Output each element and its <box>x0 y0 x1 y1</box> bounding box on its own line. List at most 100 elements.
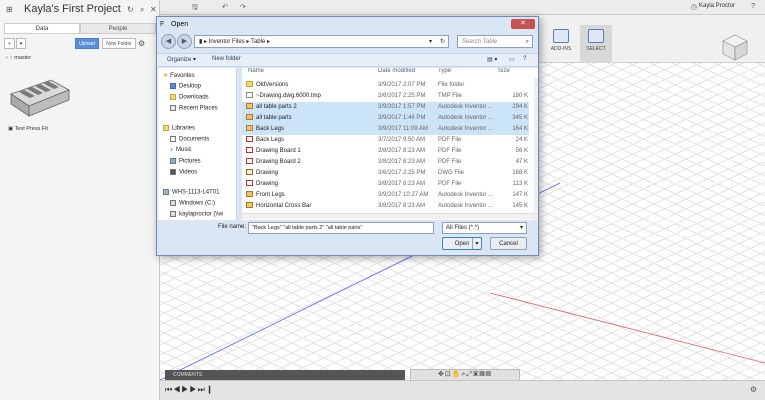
file-row[interactable]: all table parts 3/9/2017 1:46 PM Autodesk … <box>242 113 529 124</box>
next-step-icon[interactable]: ▶ <box>189 385 197 394</box>
file-row[interactable]: Front Legs 3/9/2017 10:27 AM Autodesk Inve… <box>242 190 529 201</box>
dialog-toolbar: Organize ▾ New folder ▤ ▾ ▭ ? <box>157 53 538 67</box>
undo-icon[interactable]: ↶ <box>222 3 228 11</box>
vertical-scrollbar[interactable] <box>534 78 538 220</box>
chevron-down-icon[interactable]: ▾ <box>429 36 432 48</box>
close-button[interactable]: ✕ <box>511 19 535 29</box>
ipt-file-icon <box>246 191 253 198</box>
nav-documents[interactable]: Documents <box>170 136 209 143</box>
file-name-input[interactable]: "Back Legs" "all table parts 2" "all tab… <box>248 222 434 234</box>
timeline-controls: ⏮◀▶▶⏭┃ <box>165 385 215 395</box>
forward-button[interactable]: ▶ <box>177 34 192 49</box>
new-folder-button[interactable]: New folder <box>212 56 241 62</box>
nav-desktop[interactable]: Desktop <box>170 83 201 90</box>
file-row[interactable]: Drawing Board 2 3/8/2017 8:23 AM PDF File 4… <box>242 157 529 168</box>
view-options-icon[interactable]: ▤ ▾ <box>487 56 497 63</box>
addins-icon <box>553 29 569 43</box>
file-list-header: Name Date modified Type Size <box>242 68 532 78</box>
nav-computer[interactable]: WHS-1113-L4T01 <box>163 189 219 196</box>
file-size: 56 K <box>515 148 528 154</box>
drive-icon <box>170 200 176 206</box>
pan-icon[interactable]: ✋ <box>452 371 462 378</box>
organize-button[interactable]: Organize ▾ <box>167 56 196 63</box>
new-folder-button[interactable]: New Folder <box>102 38 136 49</box>
nav-videos[interactable]: Videos <box>170 169 197 176</box>
column-date-modified[interactable]: Date modified <box>378 68 415 74</box>
nav-pictures[interactable]: Pictures <box>170 158 201 165</box>
file-row[interactable]: Drawing 3/6/2017 2:25 PM DWG File 168 K <box>242 168 529 179</box>
gear-icon[interactable]: ⚙ <box>138 39 145 48</box>
nav-music[interactable]: ♪ Music <box>170 147 192 153</box>
file-size: 113 K <box>512 181 528 187</box>
file-row[interactable]: Drawing 3/8/2017 8:23 AM PDF File 113 K <box>242 179 529 190</box>
nav-recent-places[interactable]: Recent Places <box>170 105 218 112</box>
file-row[interactable]: Back Legs 3/7/2017 9:50 AM PDF File 24 K <box>242 135 529 146</box>
file-row[interactable]: Horizontal Cross Bar 3/8/2017 8:23 AM Auto… <box>242 201 529 212</box>
column-size[interactable]: Size <box>498 68 510 74</box>
tab-people[interactable]: People <box>80 23 156 34</box>
nav-downloads[interactable]: Downloads <box>170 94 209 101</box>
address-bar[interactable]: ▮ ▸ Inventor Files ▸ Table ▸ ▾ ↻ <box>194 35 449 48</box>
save-icon[interactable]: 🖫 <box>192 3 198 14</box>
nav-favorites[interactable]: ★ Favorites <box>163 72 195 79</box>
redo-icon[interactable]: ↷ <box>240 3 246 11</box>
design-item[interactable]: ▣ Test Press Fit <box>8 126 48 132</box>
file-row[interactable]: Back Legs 3/9/2017 11:09 AM Autodesk Inven… <box>242 124 529 135</box>
open-dropdown-icon[interactable]: ▾ <box>472 238 481 249</box>
column-name[interactable]: Name <box>248 68 264 74</box>
search-input[interactable]: Search Table ⌕ <box>457 35 533 48</box>
file-name-text: Drawing <box>256 181 279 187</box>
refresh-icon[interactable]: ↻ <box>440 36 445 48</box>
orbit-icon[interactable]: ✥ <box>438 371 445 378</box>
libraries-icon <box>163 125 169 131</box>
last-step-icon[interactable]: ⏭ <box>198 385 206 394</box>
open-button[interactable]: Open ▾ <box>442 237 482 250</box>
design-thumbnail[interactable] <box>7 70 73 122</box>
file-type-select[interactable]: All Files (*.*) ▾ <box>442 222 527 234</box>
timeline-marker-icon[interactable]: ┃ <box>206 385 215 394</box>
fit-icon[interactable]: ⤢ <box>466 371 473 378</box>
select-button[interactable]: SELECT <box>580 25 612 65</box>
search-icon: ⌕ <box>525 39 529 45</box>
clock-icon[interactable]: ◷ <box>691 3 697 11</box>
nav-libraries[interactable]: Libraries <box>163 125 195 132</box>
look-at-icon[interactable]: ⊡ <box>445 371 452 378</box>
nav-network-drive[interactable]: kaylaproctor (\\w <box>170 211 223 218</box>
preview-pane-icon[interactable]: ▭ <box>509 56 515 63</box>
file-list: Name Date modified Type Size OldVersions… <box>242 68 538 220</box>
chevron-down-icon[interactable]: ▾ <box>16 38 26 49</box>
help-icon[interactable]: ? <box>523 56 526 62</box>
grid-menu-icon[interactable]: ⊞ <box>6 5 13 14</box>
close-icon[interactable]: ✕ <box>150 5 157 14</box>
file-name: Front Legs <box>246 190 374 201</box>
search-icon[interactable]: ⌕ <box>140 5 144 15</box>
viewports-icon[interactable]: ▤ <box>486 371 492 378</box>
file-row[interactable]: Drawing Board 1 3/8/2017 8:23 AM PDF File 5… <box>242 146 529 157</box>
tab-data[interactable]: Data <box>4 23 80 34</box>
branch-selector[interactable]: › ○ master <box>6 55 31 61</box>
file-date: 3/7/2017 9:50 AM <box>378 137 426 143</box>
refresh-icon[interactable]: ↻ <box>127 5 134 14</box>
help-icon[interactable]: ? <box>751 3 755 10</box>
breadcrumb-inventor-files[interactable]: Inventor Files <box>209 39 245 45</box>
cancel-button[interactable]: Cancel <box>490 237 527 250</box>
file-row[interactable]: ~Drawing.dwg.6000.tmp 3/6/2017 2:25 PM TMP… <box>242 91 529 102</box>
branch-menu-icon[interactable]: ⑂ <box>4 38 15 49</box>
addins-button[interactable]: ADD-INS <box>545 25 577 65</box>
gear-icon[interactable]: ⚙ <box>750 385 757 394</box>
horizontal-scrollbar[interactable] <box>242 213 534 219</box>
user-menu[interactable]: Kayla Proctor <box>699 3 735 9</box>
back-button[interactable]: ◀ <box>161 34 176 49</box>
comments-bar[interactable]: COMMENTS <box>165 370 405 380</box>
breadcrumb-table[interactable]: Table <box>251 39 265 45</box>
part-icon: ▣ <box>8 126 14 132</box>
first-step-icon[interactable]: ⏮ <box>165 385 173 394</box>
upload-button[interactable]: Upload <box>75 38 99 49</box>
nav-downloads-label: Downloads <box>179 94 209 101</box>
viewcube-icon[interactable] <box>720 32 750 62</box>
nav-windows-c[interactable]: Windows (C:) <box>170 200 215 207</box>
close-icon: ✕ <box>520 20 526 27</box>
file-row[interactable]: all table parts 2 3/9/2017 1:57 PM Autodes… <box>242 102 529 113</box>
column-type[interactable]: Type <box>438 68 451 74</box>
file-row[interactable]: OldVersions 3/9/2017 2:07 PM File folder <box>242 80 529 91</box>
